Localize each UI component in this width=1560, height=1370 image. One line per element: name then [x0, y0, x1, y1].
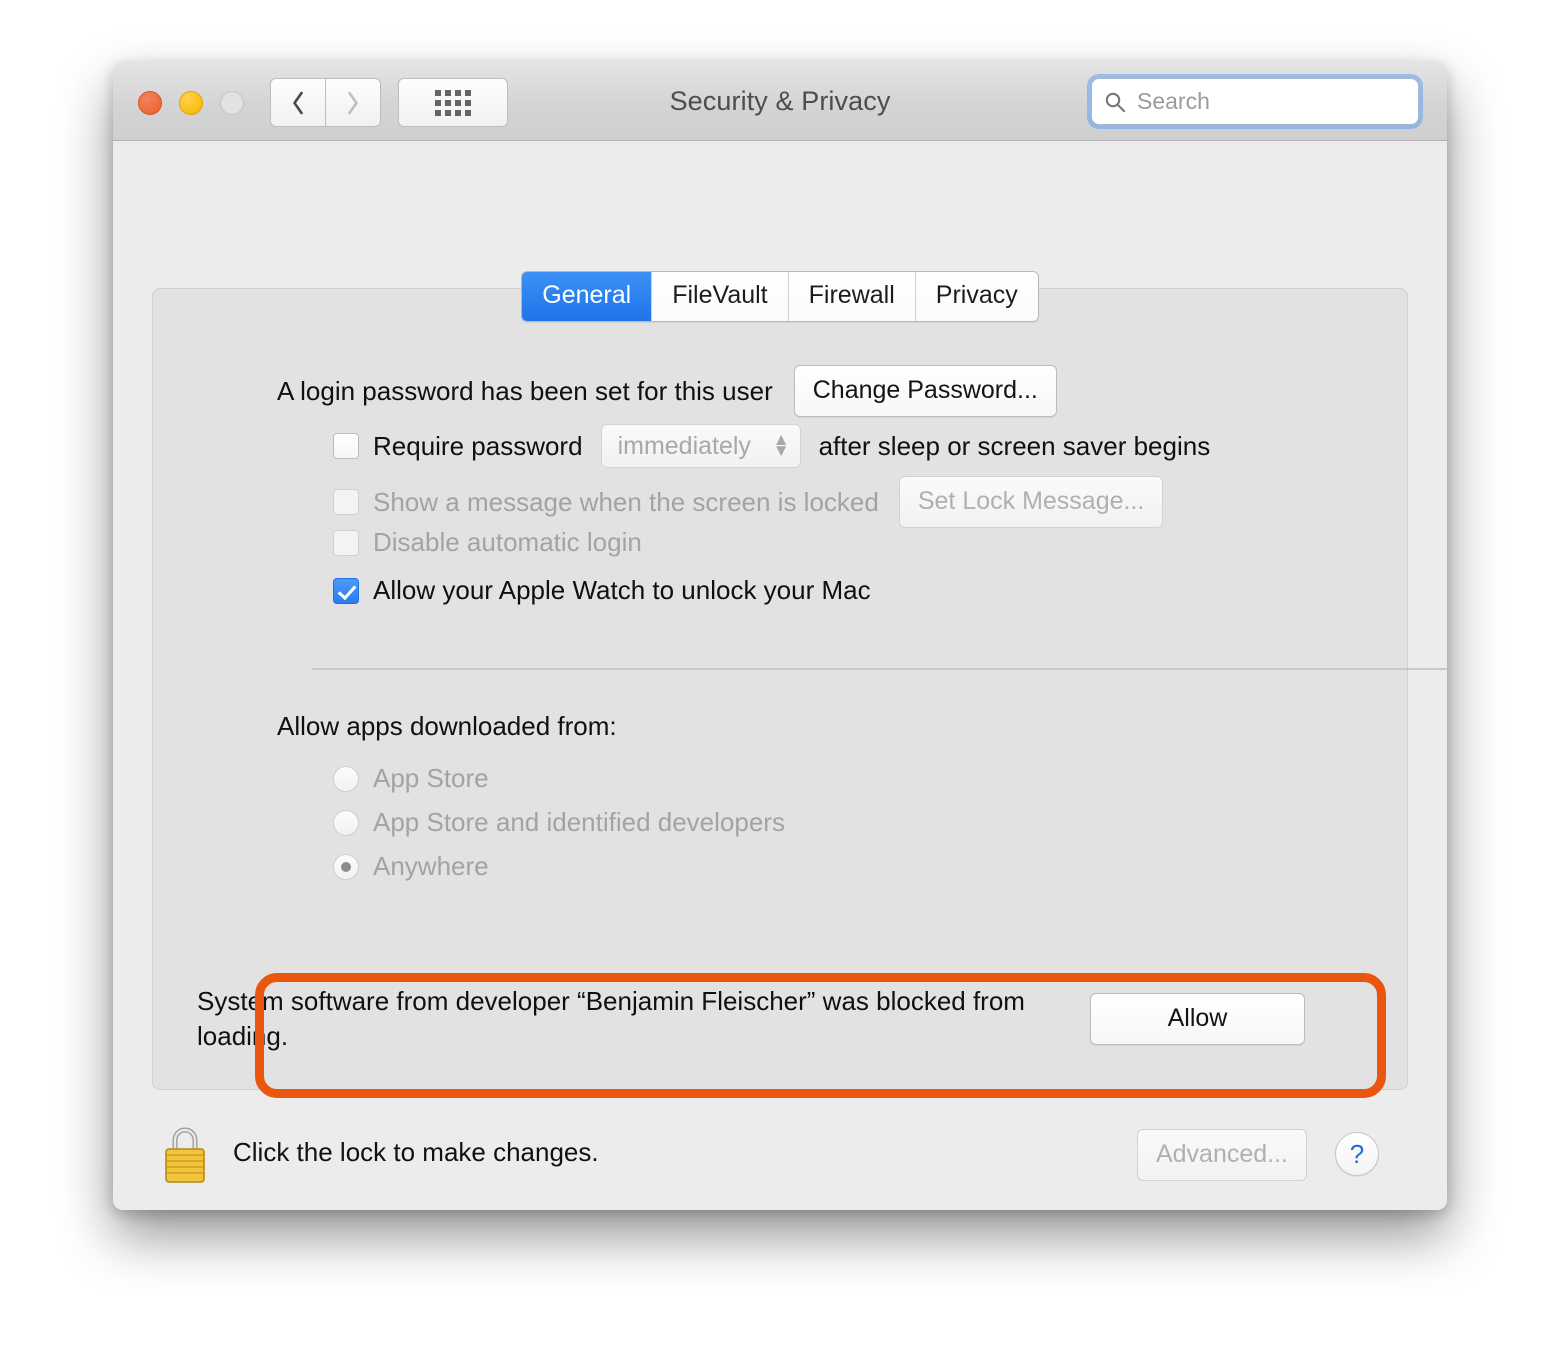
identified-developers-radio — [333, 809, 359, 836]
login-password-status: A login password has been set for this u… — [277, 375, 773, 406]
show-lock-message-label: Show a message when the screen is locked — [373, 486, 879, 517]
anywhere-radio — [333, 853, 359, 880]
padlock-icon[interactable] — [161, 1123, 209, 1185]
require-password-suffix: after sleep or screen saver begins — [818, 430, 1211, 461]
app-store-radio — [333, 765, 359, 792]
chevron-updown-icon: ▲ ▼ — [772, 430, 790, 460]
download-source-title: Allow apps downloaded from: — [277, 711, 617, 741]
security-privacy-window: Security & Privacy General FileVault Fir… — [113, 62, 1447, 1210]
radio-identified-developers: App Store and identified developers — [333, 807, 785, 838]
radio-app-store: App Store — [333, 763, 489, 794]
anywhere-label: Anywhere — [373, 851, 489, 881]
show-lock-message-checkbox — [333, 489, 359, 515]
window-titlebar: Security & Privacy — [113, 62, 1447, 141]
search-field[interactable] — [1091, 78, 1419, 125]
apple-watch-checkbox[interactable] — [333, 577, 359, 604]
tab-filevault[interactable]: FileVault — [652, 272, 789, 322]
tab-general[interactable]: General — [522, 272, 653, 322]
blocked-software-message: System software from developer “Benjamin… — [197, 986, 1025, 1051]
disable-auto-login-label: Disable automatic login — [373, 527, 642, 557]
tab-bar: General FileVault Firewall Privacy — [113, 271, 1447, 323]
change-password-button[interactable]: Change Password... — [793, 365, 1057, 417]
lock-hint-text: Click the lock to make changes. — [233, 1137, 599, 1167]
apple-watch-row: Allow your Apple Watch to unlock your Ma… — [333, 575, 871, 606]
download-source-title-row: Allow apps downloaded from: — [277, 711, 617, 742]
apple-watch-label: Allow your Apple Watch to unlock your Ma… — [373, 575, 871, 605]
window-body: General FileVault Firewall Privacy A log… — [113, 141, 1447, 1210]
section-divider — [312, 668, 1447, 670]
app-store-label: App Store — [373, 763, 489, 793]
advanced-button: Advanced... — [1136, 1129, 1307, 1181]
tab-firewall[interactable]: Firewall — [788, 272, 916, 322]
allow-button[interactable]: Allow — [1090, 993, 1305, 1045]
window-footer: Click the lock to make changes. Advanced… — [113, 1111, 1447, 1210]
require-password-delay-value: immediately — [617, 431, 751, 460]
require-password-label: Require password — [373, 430, 583, 461]
disable-auto-login-row: Disable automatic login — [333, 527, 642, 558]
general-panel: A login password has been set for this u… — [152, 288, 1447, 1090]
disable-auto-login-checkbox — [333, 529, 359, 556]
radio-anywhere: Anywhere — [333, 851, 489, 882]
set-lock-message-button: Set Lock Message... — [898, 476, 1164, 528]
require-password-checkbox[interactable] — [333, 433, 359, 459]
search-icon — [1105, 92, 1126, 112]
help-button[interactable]: ? — [1335, 1132, 1379, 1176]
identified-developers-label: App Store and identified developers — [373, 807, 785, 837]
login-password-row: A login password has been set for this u… — [277, 365, 1057, 417]
require-password-delay-popup[interactable]: immediately ▲ ▼ — [600, 424, 801, 468]
require-password-row: Require password immediately ▲ ▼ after sl… — [333, 424, 1210, 468]
tab-privacy[interactable]: Privacy — [915, 272, 1038, 322]
blocked-software-notice: System software from developer “Benjamin… — [174, 970, 1315, 1068]
show-lock-message-row: Show a message when the screen is locked… — [333, 476, 1164, 528]
search-input[interactable] — [1135, 87, 1406, 116]
